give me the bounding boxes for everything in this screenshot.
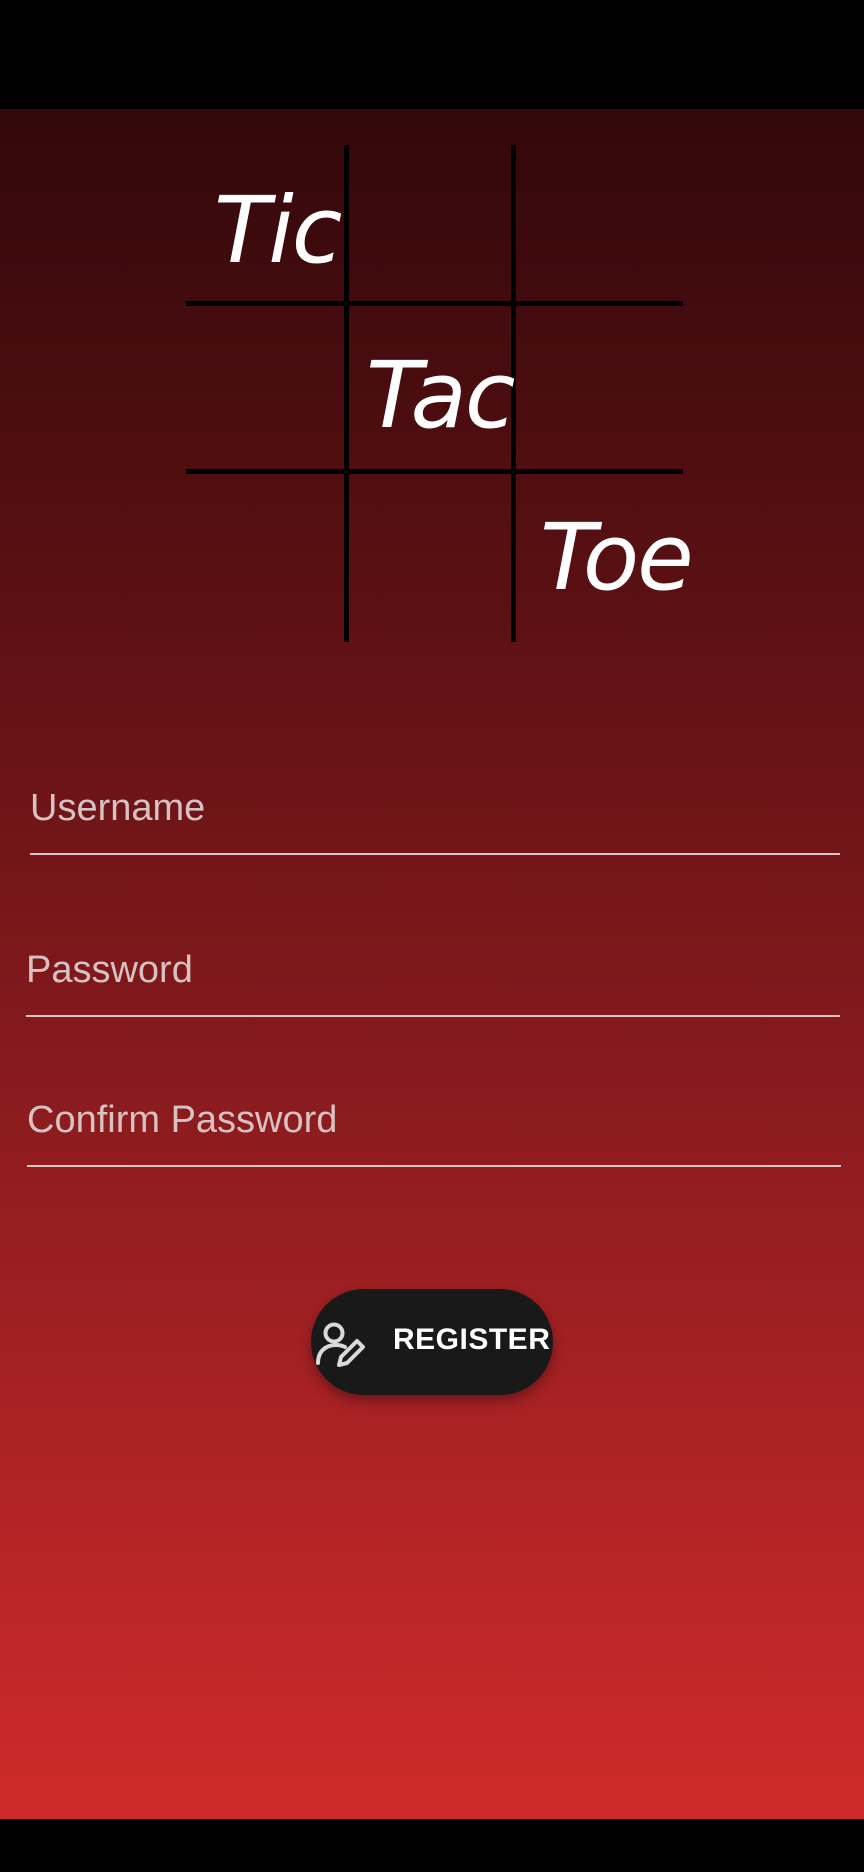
register-button-label: REGISTER — [393, 1323, 551, 1356]
password-placeholder: Password — [26, 949, 193, 991]
logo-word-tic: Tic — [214, 177, 342, 284]
status-bar — [0, 0, 864, 109]
username-placeholder: Username — [30, 787, 206, 829]
tic-tac-toe-logo: Tic Tac Toe — [186, 145, 694, 643]
confirm-password-placeholder: Confirm Password — [27, 1099, 338, 1141]
logo-grid-line — [344, 145, 349, 642]
logo-word-tac: Tac — [366, 342, 515, 449]
register-screen: Tic Tac Toe Username Password Confirm Pa… — [0, 109, 864, 1819]
logo-grid-line — [186, 301, 683, 306]
register-button[interactable]: REGISTER — [311, 1289, 553, 1395]
password-field[interactable]: Password — [26, 933, 840, 1017]
confirm-password-field[interactable]: Confirm Password — [27, 1081, 841, 1167]
logo-word-toe: Toe — [540, 504, 694, 611]
user-edit-icon — [313, 1317, 369, 1373]
logo-grid-line — [186, 469, 683, 474]
navigation-bar — [0, 1819, 864, 1872]
username-field[interactable]: Username — [30, 771, 840, 855]
